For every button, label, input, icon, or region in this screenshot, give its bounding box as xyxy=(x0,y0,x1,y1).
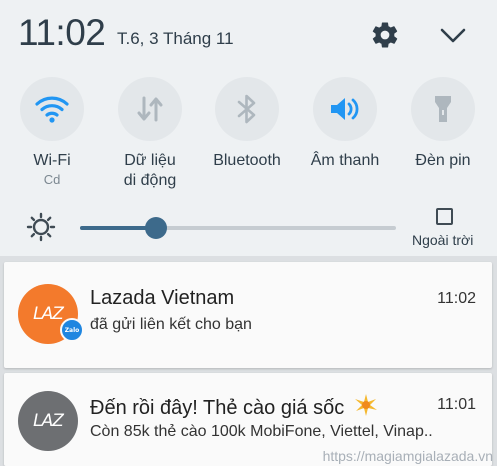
expand-button[interactable] xyxy=(436,20,470,50)
status-row: 11:02 T.6, 3 Tháng 11 xyxy=(0,0,497,70)
outdoor-checkbox[interactable] xyxy=(436,208,453,225)
notification-title: Đến rồi đây! Thẻ cào giá sốc xyxy=(90,393,378,420)
tile-flashlight-label: Đèn pin xyxy=(415,152,471,169)
lazada-logo-text: LAZ xyxy=(33,411,64,431)
notification-body: đã gửi liên kết cho bạn xyxy=(90,316,252,333)
brightness-row: Ngoài trời xyxy=(0,200,497,256)
tile-wifi-label: Wi-Fi xyxy=(33,152,71,169)
brightness-slider[interactable] xyxy=(80,217,396,239)
tile-wifi-network: Cd xyxy=(43,172,61,187)
brightness-auto-button[interactable] xyxy=(26,212,56,242)
tile-bluetooth[interactable]: Bluetooth xyxy=(201,77,293,171)
tile-mobile-data-circle[interactable] xyxy=(118,77,182,141)
lazada-app-icon: LAZ xyxy=(18,391,78,451)
tile-mobile-data-label-line2: di động xyxy=(123,172,177,189)
zalo-badge-text: Zalo xyxy=(64,326,80,334)
sparkle-icon xyxy=(354,394,377,416)
quick-settings-panel: 11:02 T.6, 3 Tháng 11 Wi-Fi Cd Dữ liệu d… xyxy=(0,0,497,256)
tile-mobile-data-label-line1: Dữ liệu xyxy=(124,152,176,169)
tile-wifi-circle[interactable] xyxy=(20,77,84,141)
tile-bluetooth-label: Bluetooth xyxy=(213,152,281,169)
tile-wifi[interactable]: Wi-Fi Cd xyxy=(6,77,98,187)
date[interactable]: T.6, 3 Tháng 11 xyxy=(117,29,234,49)
wifi-icon xyxy=(35,96,69,123)
chevron-down-icon xyxy=(440,28,466,43)
notification-card[interactable]: LAZ Zalo Lazada Vietnam 11:02 đã gửi liê… xyxy=(4,262,492,368)
volume-icon xyxy=(331,98,359,120)
tile-flashlight-circle[interactable] xyxy=(411,77,475,141)
notification-time: 11:01 xyxy=(437,396,476,413)
settings-button[interactable] xyxy=(370,20,400,50)
tile-mobile-data[interactable]: Dữ liệu di động xyxy=(104,77,196,191)
brightness-slider-thumb[interactable] xyxy=(145,217,167,239)
zalo-badge-icon: Zalo xyxy=(60,318,84,342)
tile-sound-circle[interactable] xyxy=(313,77,377,141)
tile-sound-label: Âm thanh xyxy=(310,152,380,169)
flashlight-icon xyxy=(435,96,451,122)
outdoor-label: Ngoài trời xyxy=(412,232,474,248)
brightness-icon xyxy=(26,212,56,242)
tile-sound[interactable]: Âm thanh xyxy=(299,77,391,171)
tile-mobile-data-label: Dữ liệu di động xyxy=(104,151,196,191)
notification-time: 11:02 xyxy=(437,290,476,307)
gear-icon xyxy=(372,22,398,48)
notification-title: Lazada Vietnam xyxy=(90,287,235,309)
bluetooth-icon xyxy=(237,94,256,124)
notification-body: Còn 85k thẻ cào 100k MobiFone, Viettel, … xyxy=(90,423,433,440)
lazada-logo-text: LAZ xyxy=(33,304,64,324)
notification-title-text: Đến rồi đây! Thẻ cào giá sốc xyxy=(90,397,345,419)
clock: 11:02 xyxy=(18,12,106,53)
tile-flashlight[interactable]: Đèn pin xyxy=(397,77,489,171)
mobile-data-icon xyxy=(137,96,163,122)
watermark: https://magiamgialazada.vn xyxy=(322,448,493,464)
tile-bluetooth-circle[interactable] xyxy=(215,77,279,141)
